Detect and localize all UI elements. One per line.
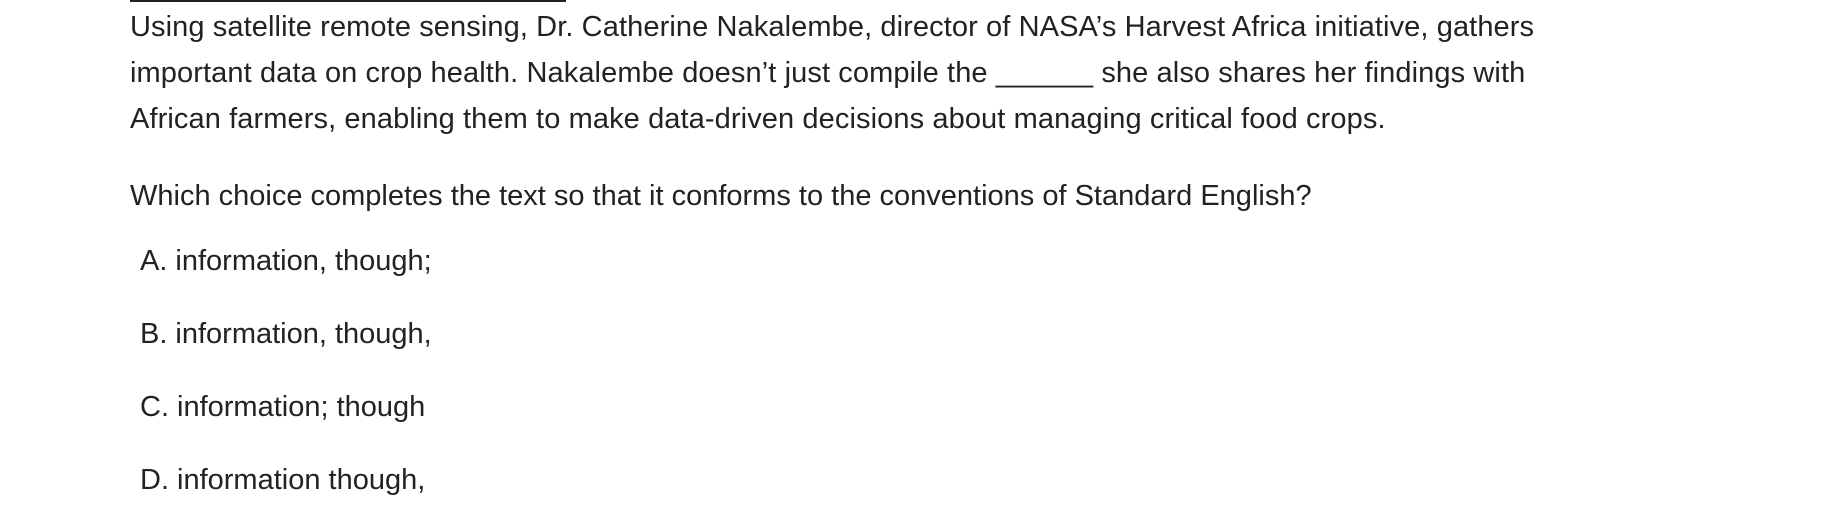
question-prompt: Which choice completes the text so that …	[130, 180, 1312, 212]
choice-letter: C.	[140, 391, 169, 423]
choice-text: information, though,	[175, 318, 432, 350]
passage-line: African farmers, enabling them to make d…	[130, 103, 1386, 135]
choice-text: information, though;	[175, 245, 432, 277]
passage-line: important data on crop health. Nakalembe…	[130, 57, 1526, 89]
passage-line: Using satellite remote sensing, Dr. Cath…	[130, 11, 1535, 43]
choice-d[interactable]: D. information though,	[140, 457, 432, 503]
choice-letter: B.	[140, 318, 168, 350]
choice-text: information; though	[177, 391, 426, 423]
answer-choices: A. information, though; B. information, …	[140, 238, 432, 503]
choice-text: information though,	[177, 464, 426, 496]
choice-c[interactable]: C. information; though	[140, 384, 432, 430]
choice-letter: A.	[140, 245, 168, 277]
passage-text: Using satellite remote sensing, Dr. Cath…	[130, 4, 1770, 142]
choice-letter: D.	[140, 464, 169, 496]
choice-a[interactable]: A. information, though;	[140, 238, 432, 284]
top-divider	[130, 0, 566, 2]
choice-b[interactable]: B. information, though,	[140, 311, 432, 357]
